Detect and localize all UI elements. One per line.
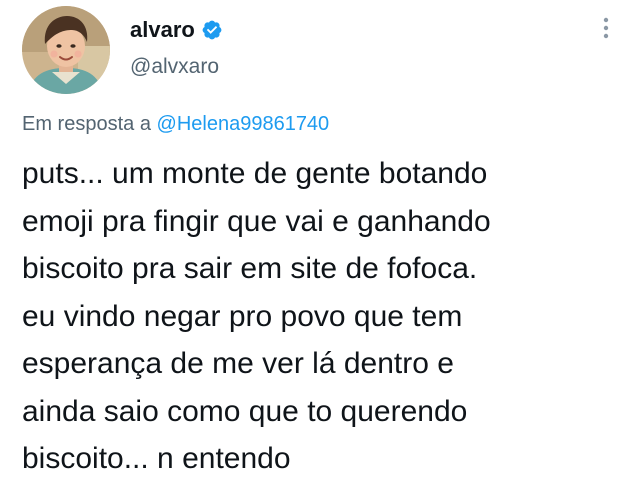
- avatar[interactable]: [22, 6, 110, 94]
- reply-context: Em resposta a @Helena99861740: [22, 113, 329, 136]
- tweet-card: alvaro @alvxaro Em resposta a @Helena998…: [0, 0, 617, 481]
- tweet-text: puts... um monte de gente botando emoji …: [22, 157, 491, 475]
- verified-badge-icon: [201, 19, 223, 41]
- author-name-row: alvaro: [130, 15, 223, 45]
- profile-photo: [22, 6, 110, 94]
- reply-mention-link[interactable]: @Helena99861740: [157, 113, 330, 135]
- author-handle[interactable]: @alvxaro: [130, 55, 219, 79]
- more-vertical-icon[interactable]: [596, 13, 616, 43]
- reply-prefix: Em resposta a: [22, 113, 151, 135]
- display-name[interactable]: alvaro: [130, 17, 195, 43]
